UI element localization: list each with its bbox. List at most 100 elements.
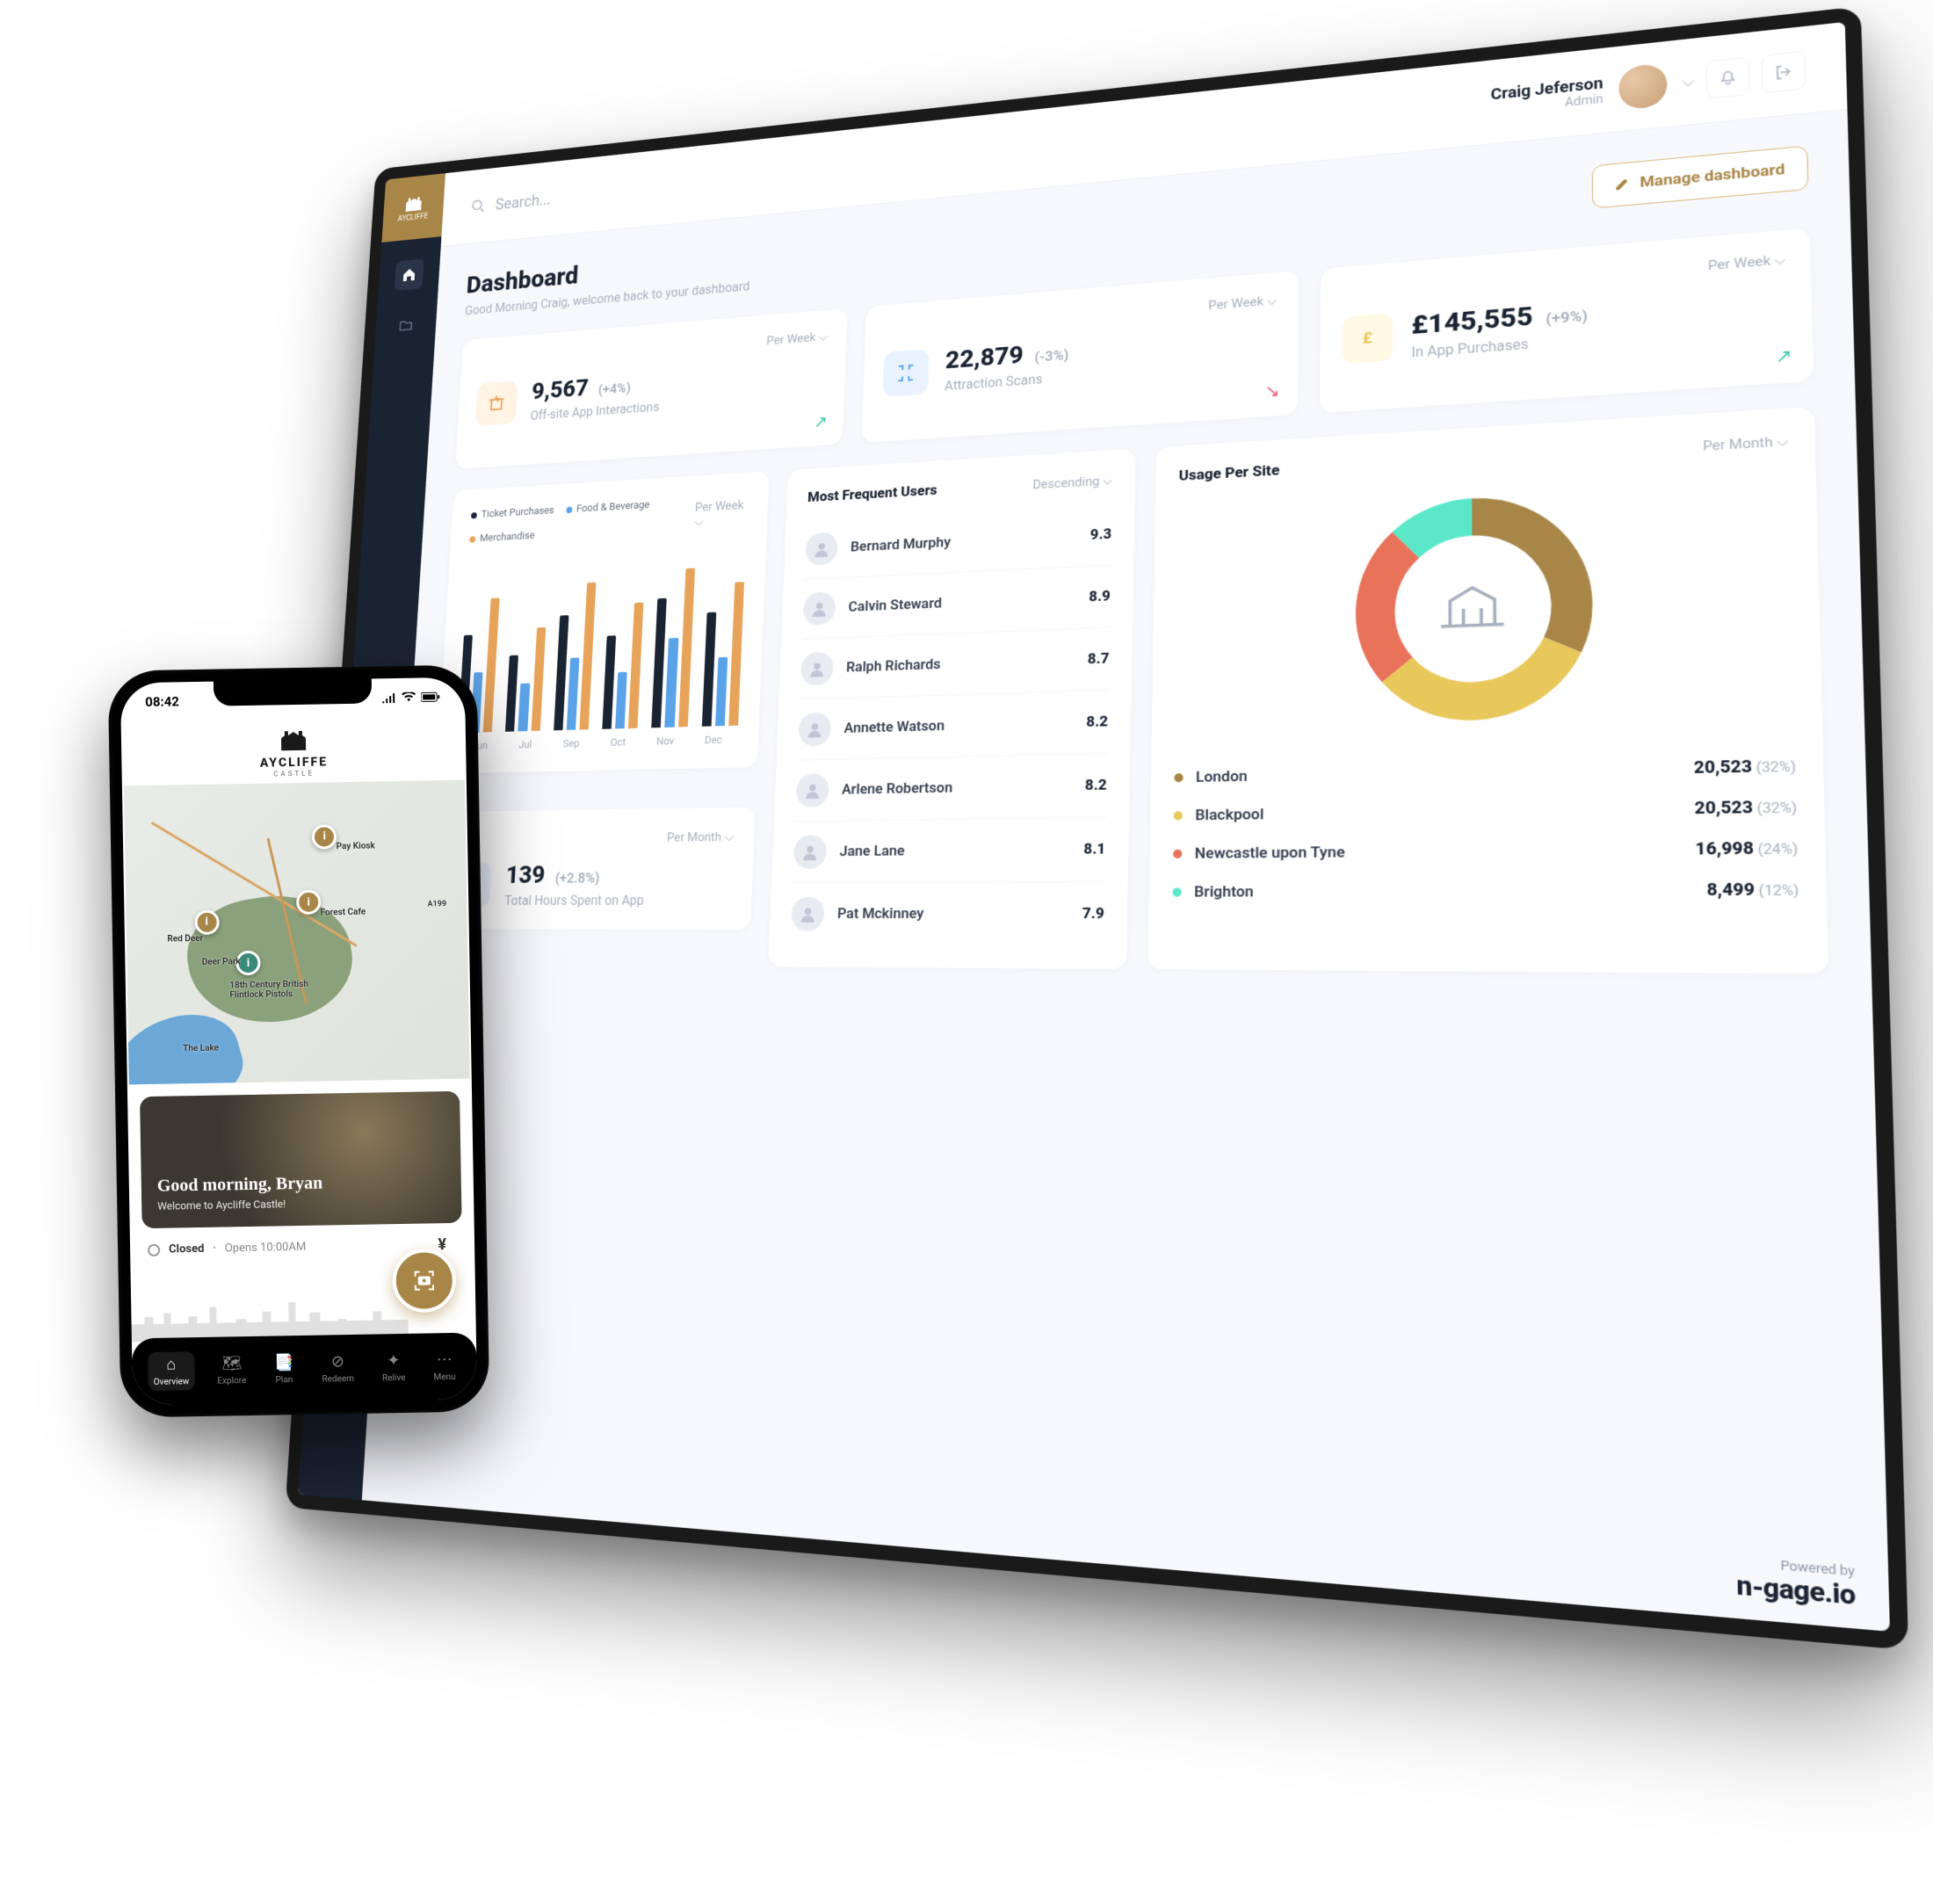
chart-bar <box>665 638 678 728</box>
relive-icon: ✦ <box>384 1351 403 1371</box>
home-icon <box>402 267 416 283</box>
user-row[interactable]: Annette Watson 8.2 <box>798 690 1109 760</box>
user-menu[interactable]: Craig Jeferson Admin ⌵ <box>1491 60 1695 123</box>
user-row[interactable]: Ralph Richards 8.7 <box>800 627 1110 699</box>
avatar <box>800 652 834 686</box>
chart-bar <box>531 627 546 731</box>
site-row: Brighton 8,499 (12%) <box>1172 880 1799 901</box>
chart-bar <box>602 635 616 729</box>
battery-icon <box>421 691 440 702</box>
chart-bar <box>567 657 580 729</box>
nav-redeem[interactable]: ⊘Redeem <box>316 1349 359 1388</box>
legend-dot <box>1174 773 1183 782</box>
bell-icon <box>1719 69 1737 86</box>
manage-dashboard-button[interactable]: Manage dashboard <box>1592 145 1808 208</box>
folder-icon <box>398 317 413 333</box>
kpi-icon <box>475 380 518 426</box>
redeem-icon: ⊘ <box>328 1352 347 1372</box>
usage-per-site-card: Usage Per Site Per Month London 20,523 (… <box>1147 407 1828 974</box>
legend-dot <box>1174 811 1183 820</box>
chart-bar <box>554 615 568 730</box>
nav-folder[interactable] <box>391 309 421 342</box>
avatar <box>1618 62 1668 110</box>
nav-relive[interactable]: ✦Relive <box>376 1348 410 1387</box>
donut-chart <box>1340 476 1611 738</box>
nav-menu[interactable]: ⋯Menu <box>428 1347 461 1386</box>
kpi-icon <box>883 349 930 397</box>
nav-overview[interactable]: ⌂Overview <box>148 1351 194 1391</box>
nav-plan[interactable]: 📑Plan <box>269 1350 300 1389</box>
logout-icon <box>1774 63 1792 81</box>
castle-icon <box>402 193 424 213</box>
map-pin-red-deer[interactable]: i <box>194 909 219 934</box>
sort-select[interactable]: Descending <box>1032 473 1112 492</box>
legend-dot <box>1172 887 1181 896</box>
chart-bar <box>652 598 668 728</box>
map-pin-pay[interactable]: i <box>312 824 337 849</box>
kpi-card[interactable]: Per Week 9,567 (+4%) Off-site App Intera… <box>455 308 847 469</box>
chart-bar <box>728 582 744 726</box>
phone-mockup: 08:42 AYCLIFFE CASTLE i Pay Kiosk i Fore… <box>108 664 490 1417</box>
chart-bar <box>483 597 500 732</box>
user-row[interactable]: Jane Lane 8.1 <box>793 817 1106 883</box>
avatar <box>805 532 838 566</box>
period-select[interactable]: Per Month <box>667 829 735 845</box>
avatar <box>791 897 825 931</box>
nav-explore[interactable]: 🗺Explore <box>212 1350 252 1390</box>
chart-bar <box>678 568 695 728</box>
footer: Powered by n-gage.io <box>1736 1555 1857 1612</box>
user-row[interactable]: Pat Mckinney 7.9 <box>790 881 1104 946</box>
donut-segment <box>1375 545 1406 670</box>
brand-logo: AYCLIFFE <box>381 173 445 243</box>
nav-home[interactable] <box>395 258 424 291</box>
svg-text:£: £ <box>1362 329 1372 348</box>
wifi-icon <box>402 692 416 703</box>
status-dot-icon <box>148 1243 160 1256</box>
phone-notch <box>214 678 372 706</box>
kpi-card[interactable]: Per Week £ £145,555 (+9%) In App Purchas… <box>1320 228 1814 413</box>
period-select[interactable]: Per Week <box>694 497 748 529</box>
chart-bar <box>715 657 728 727</box>
trend-up-icon: ↗ <box>1775 344 1792 367</box>
avatar <box>796 773 829 807</box>
menu-icon: ⋯ <box>435 1350 454 1370</box>
logout-button[interactable] <box>1761 50 1806 93</box>
avatar <box>793 835 828 869</box>
plan-icon: 📑 <box>274 1353 293 1372</box>
explore-icon: 🗺 <box>221 1354 241 1373</box>
dashboard-body: Dashboard Good Morning Craig, welcome ba… <box>362 110 1890 1632</box>
camera-scan-icon <box>411 1267 438 1294</box>
chart-bar <box>702 612 717 727</box>
phone-bottom-nav: ⌂Overview 🗺Explore 📑Plan ⊘Redeem ✦Relive ⋯Men… <box>132 1333 477 1406</box>
user-row[interactable]: Arlene Robertson 8.2 <box>795 753 1107 821</box>
currency-icon[interactable]: ¥ <box>438 1235 446 1254</box>
frequent-users-card: Most Frequent Users Descending Bernard M… <box>768 448 1135 969</box>
avatar <box>798 713 831 747</box>
period-select[interactable]: Per Month <box>1703 433 1789 454</box>
phone-brand-logo: AYCLIFFE CASTLE <box>121 716 467 786</box>
site-row: Newcastle upon Tyne 16,998 (24%) <box>1173 838 1799 863</box>
chart-legend: Ticket PurchasesFood & BeverageMerchandi… <box>469 496 695 545</box>
phone-map[interactable]: i Pay Kiosk i Forest Cafe i Red Deer i 1… <box>124 780 470 1085</box>
greeting-card[interactable]: Good morning, Bryan Welcome to Aycliffe … <box>140 1091 462 1228</box>
kpi-value: 22,879 (-3%) <box>945 337 1069 375</box>
site-row: London 20,523 (32%) <box>1174 757 1796 787</box>
tablet-dashboard: AYCLIFFE Search... Craig Jeferson Admin … <box>286 6 1909 1650</box>
panel-title: Usage Per Site <box>1178 462 1279 485</box>
trend-down-icon: ↘ <box>1264 380 1279 401</box>
notifications-button[interactable] <box>1705 56 1749 98</box>
x-axis-labels: JunJulSepOctNovDec <box>457 734 738 753</box>
kpi-card[interactable]: Per Week 22,879 (-3%) Attraction Scans ↘ <box>862 271 1299 443</box>
chart-bar <box>518 684 530 732</box>
trend-up-icon: ↗ <box>814 411 828 431</box>
pencil-icon <box>1615 177 1631 192</box>
search-icon <box>471 198 486 214</box>
donut-segment <box>1406 517 1473 545</box>
purchases-chart-card: Ticket PurchasesFood & BeverageMerchandi… <box>437 471 770 773</box>
chart-bar <box>615 672 627 729</box>
bar-chart <box>458 547 745 733</box>
kpi-icon: £ <box>1342 313 1394 365</box>
panel-title: Most Frequent Users <box>807 482 938 506</box>
avatar <box>803 591 836 626</box>
signal-icon <box>382 692 396 703</box>
